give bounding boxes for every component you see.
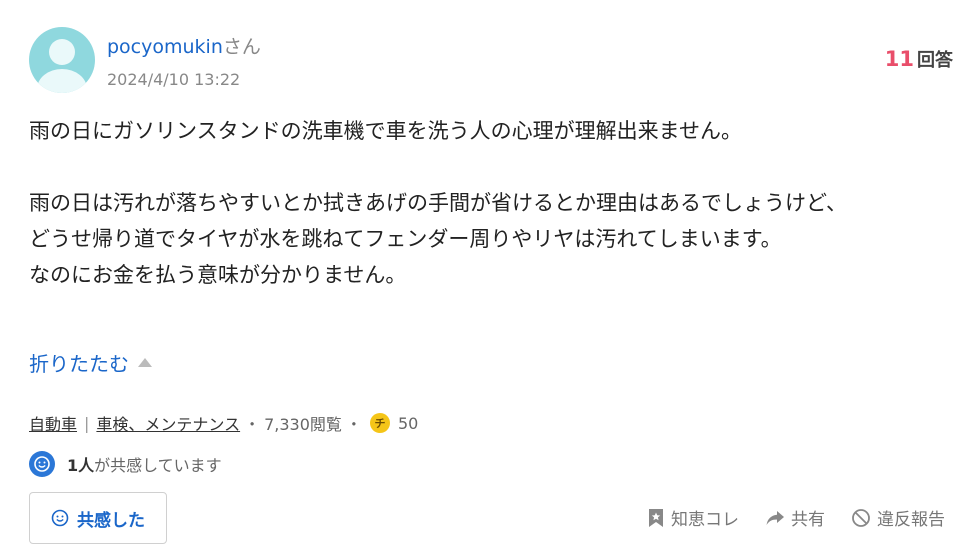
prohibit-icon <box>852 508 870 527</box>
empathy-count: 1人 <box>67 456 95 475</box>
collapse-button[interactable]: 折りたたむ <box>29 348 152 377</box>
empathy-button[interactable]: 共感した <box>29 492 167 544</box>
coin-count: 50 <box>397 413 419 433</box>
question-meta: 自動車 | 車検、メンテナンス ・ 7,330閲覧 ・ チ 50 <box>29 411 418 435</box>
category-link-maintenance[interactable]: 車検、メンテナンス <box>96 411 240 435</box>
user-line: pocyomukinさん <box>107 32 261 59</box>
question-body: 雨の日にガソリンスタンドの洗車機で車を洗う人の心理が理解出来ません。 雨の日は汚… <box>29 113 939 293</box>
chevron-up-icon <box>138 358 152 367</box>
avatar-head <box>49 39 75 65</box>
share-button[interactable]: 共有 <box>765 505 825 530</box>
answer-count[interactable]: 11 回答 <box>885 46 953 72</box>
share-arrow-icon <box>766 510 784 525</box>
username-link[interactable]: pocyomukin <box>107 36 223 58</box>
smile-icon <box>51 509 69 527</box>
empathy-button-label: 共感した <box>77 510 145 531</box>
action-bar: 知恵コレ 共有 違反報告 <box>621 505 945 530</box>
answer-count-label: 回答 <box>917 50 953 71</box>
chiebukuro-label: 知恵コレ <box>671 510 739 530</box>
meta-dot: ・ <box>244 415 261 434</box>
avatar[interactable] <box>29 27 95 93</box>
empathy-text: が共感しています <box>94 456 222 475</box>
report-button[interactable]: 違反報告 <box>851 505 945 530</box>
question-paragraph: 雨の日にガソリンスタンドの洗車機で車を洗う人の心理が理解出来ません。 <box>29 119 742 143</box>
report-label: 違反報告 <box>877 510 945 530</box>
smile-icon <box>29 451 55 477</box>
chiebukuro-collection-button[interactable]: 知恵コレ <box>647 505 739 530</box>
question-paragraph: どうせ帰り道でタイヤが水を跳ねてフェンダー周りやリヤは汚れてしまいます。 <box>29 227 782 251</box>
avatar-body <box>37 69 87 93</box>
bookmark-star-icon <box>649 508 663 527</box>
question-paragraph: 雨の日は汚れが落ちやすいとか拭きあげの手間が省けるとか理由はあるでしょうけど、 <box>29 191 847 215</box>
answer-count-number: 11 <box>884 47 914 71</box>
empathy-summary: 1人 が共感しています <box>29 451 222 477</box>
category-separator: | <box>84 413 90 433</box>
question-paragraph: なのにお金を払う意味が分かりません。 <box>29 263 407 287</box>
collapse-label: 折りたたむ <box>29 352 129 376</box>
post-timestamp: 2024/4/10 13:22 <box>107 70 241 89</box>
meta-dot: ・ <box>345 415 362 434</box>
share-label: 共有 <box>791 510 825 530</box>
honorific: さん <box>222 36 261 58</box>
category-link-automobile[interactable]: 自動車 <box>29 411 77 435</box>
view-count: 7,330閲覧 <box>264 415 342 434</box>
coin-icon: チ <box>369 413 390 433</box>
